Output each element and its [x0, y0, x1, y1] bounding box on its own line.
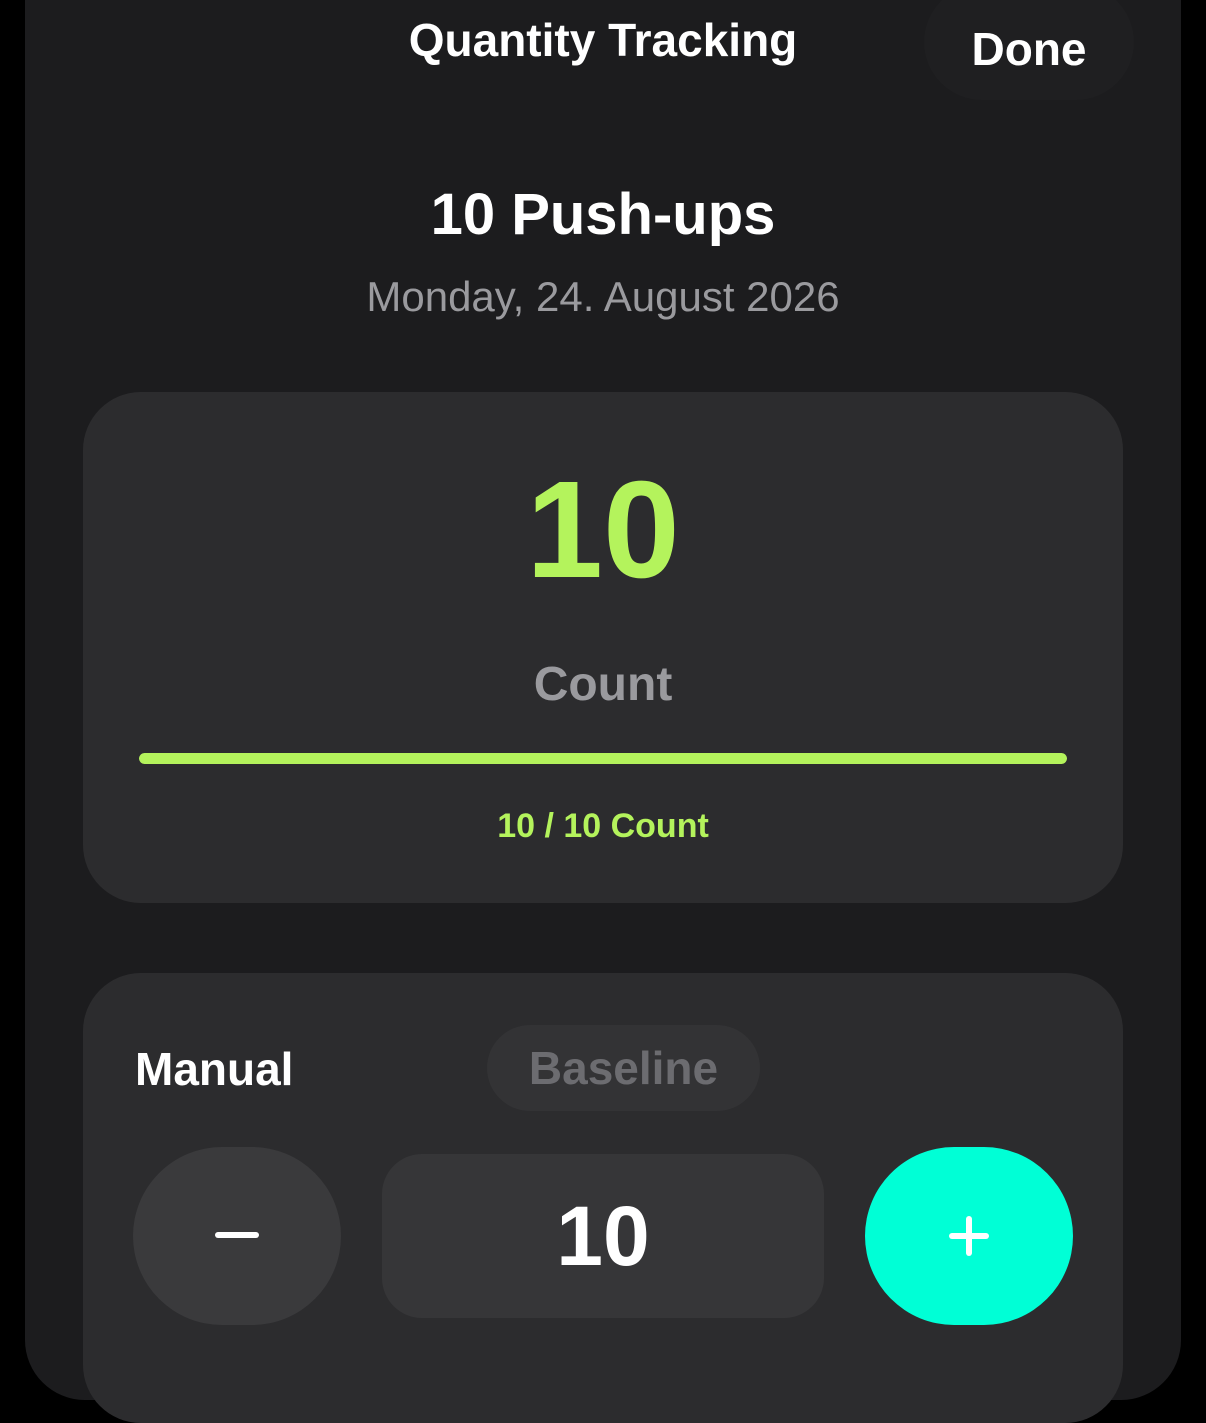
decrement-button[interactable]	[133, 1147, 341, 1325]
unit-label: Count	[533, 658, 673, 711]
habit-date: Monday, 24. August 2026	[366, 273, 840, 320]
progress-summary: 10 / 10 Count	[497, 807, 709, 845]
habit-title: 10 Push-ups	[430, 182, 776, 247]
mode-baseline-tab[interactable]: Baseline	[487, 1025, 760, 1111]
minus-icon	[215, 1232, 259, 1238]
mode-manual-tab[interactable]: Manual	[135, 1040, 293, 1098]
progress-bar	[139, 753, 1067, 764]
increment-button[interactable]	[865, 1147, 1073, 1325]
current-value: 10	[526, 453, 680, 607]
progress-bar-fill	[139, 753, 1067, 764]
quantity-input[interactable]: 10	[382, 1154, 824, 1318]
done-button[interactable]: Done	[924, 0, 1134, 100]
plus-icon	[949, 1216, 989, 1256]
